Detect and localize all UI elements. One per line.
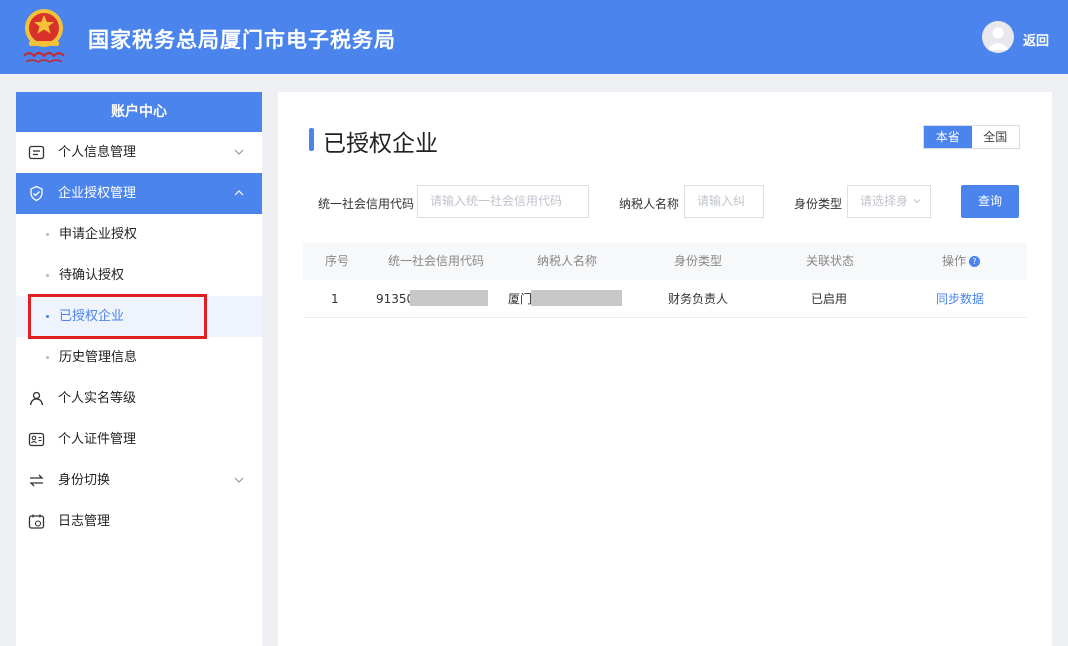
switch-icon	[29, 474, 44, 487]
sidebar-item-id-docs[interactable]: 个人证件管理	[16, 419, 262, 460]
help-icon[interactable]: ?	[969, 256, 981, 267]
col-credit-code: 统一社会信用代码	[388, 254, 485, 268]
query-button[interactable]: 查询	[961, 185, 1019, 218]
sidebar-item-label: 申请企业授权	[59, 227, 138, 242]
sidebar-item-label: 身份切换	[58, 473, 111, 488]
redaction-mask	[531, 290, 622, 306]
sidebar-item-realname-level[interactable]: 个人实名等级	[16, 378, 262, 419]
main-panel: 已授权企业 本省 全国 统一社会信用代码 请输入统一社会信用代码 纳税人名称 请…	[278, 92, 1052, 646]
region-province-button[interactable]: 本省	[924, 126, 972, 148]
sidebar-item-identity-switch[interactable]: 身份切换	[16, 460, 262, 501]
row-index: 1	[331, 292, 339, 306]
sidebar-item-logs[interactable]: 日志管理	[16, 501, 262, 542]
sidebar-item-label: 个人证件管理	[58, 432, 137, 447]
row-taxpayer-name: 厦门	[508, 292, 533, 306]
tax-emblem-logo	[23, 9, 65, 63]
sidebar-item-label: 个人实名等级	[58, 391, 137, 406]
identity-type-select[interactable]: 请选择身	[847, 185, 931, 218]
user-icon	[29, 391, 44, 406]
profile-card-icon	[28, 145, 45, 160]
region-toggle: 本省 全国	[923, 125, 1020, 149]
col-link-status: 关联状态	[806, 254, 855, 268]
chevron-down-icon	[234, 477, 244, 483]
bullet-dot	[46, 233, 49, 236]
title-accent-bar	[309, 128, 314, 151]
sidebar-item-label: 企业授权管理	[58, 186, 137, 201]
col-identity-type: 身份类型	[674, 254, 723, 268]
credit-code-label: 统一社会信用代码	[318, 197, 415, 211]
sidebar-subitem-pending-auth[interactable]: 待确认授权	[16, 255, 262, 296]
sidebar-title: 账户中心	[16, 92, 262, 132]
credit-code-input[interactable]: 请输入统一社会信用代码	[417, 185, 589, 218]
table-row: 1 91350 厦门 财务负责人 已启用 同步数据	[303, 280, 1027, 318]
row-identity-type: 财务负责人	[668, 292, 729, 306]
sidebar-item-label: 个人信息管理	[58, 145, 137, 160]
sidebar-item-personal-info[interactable]: 个人信息管理	[16, 132, 262, 173]
col-actions-label: 操作	[942, 254, 967, 268]
red-highlight-box	[28, 294, 207, 339]
sidebar-subitem-history[interactable]: 历史管理信息	[16, 337, 262, 378]
col-taxpayer-name: 纳税人名称	[537, 254, 598, 268]
region-national-button[interactable]: 全国	[972, 126, 1020, 148]
identity-type-placeholder: 请选择身	[860, 194, 909, 208]
sidebar-subitem-authorized-enterprises[interactable]: 已授权企业	[16, 294, 262, 339]
identity-type-label: 身份类型	[794, 197, 843, 211]
avatar[interactable]	[982, 21, 1014, 53]
row-credit-code: 91350	[376, 292, 415, 306]
top-header: 国家税务总局厦门市电子税务局 返回	[0, 0, 1068, 74]
site-title: 国家税务总局厦门市电子税务局	[88, 28, 396, 52]
page-title: 已授权企业	[323, 131, 438, 157]
table-header: 序号 统一社会信用代码 纳税人名称 身份类型 关联状态 操作?	[303, 242, 1027, 280]
sidebar-subitem-apply-auth[interactable]: 申请企业授权	[16, 214, 262, 255]
taxpayer-name-label: 纳税人名称	[619, 197, 680, 211]
col-index: 序号	[325, 254, 350, 268]
shield-check-icon	[30, 185, 43, 202]
chevron-down-icon	[234, 149, 244, 155]
authorized-enterprise-table: 序号 统一社会信用代码 纳税人名称 身份类型 关联状态 操作? 1 91350 …	[303, 242, 1027, 318]
row-status: 已启用	[811, 292, 848, 306]
sidebar-item-label: 日志管理	[58, 514, 111, 529]
sidebar: 账户中心 个人信息管理 企业授权管理 申请企业授权 待确认授权 已授权企业 历史…	[16, 92, 262, 646]
taxpayer-name-input[interactable]: 请输入纠	[684, 185, 764, 218]
chevron-down-icon	[913, 199, 921, 204]
col-actions: 操作?	[942, 242, 981, 280]
bullet-dot	[46, 274, 49, 277]
sync-data-link[interactable]: 同步数据	[936, 280, 984, 318]
user-avatar-icon	[987, 27, 1009, 50]
bullet-dot	[46, 356, 49, 359]
id-card-icon	[28, 432, 45, 447]
sidebar-item-label: 历史管理信息	[59, 350, 138, 365]
back-button[interactable]: 返回	[1023, 30, 1049, 49]
sidebar-item-label: 待确认授权	[59, 268, 125, 283]
sidebar-item-enterprise-auth[interactable]: 企业授权管理	[16, 173, 262, 214]
chevron-up-icon	[234, 190, 244, 196]
log-icon	[28, 514, 45, 529]
redaction-mask	[410, 290, 488, 306]
